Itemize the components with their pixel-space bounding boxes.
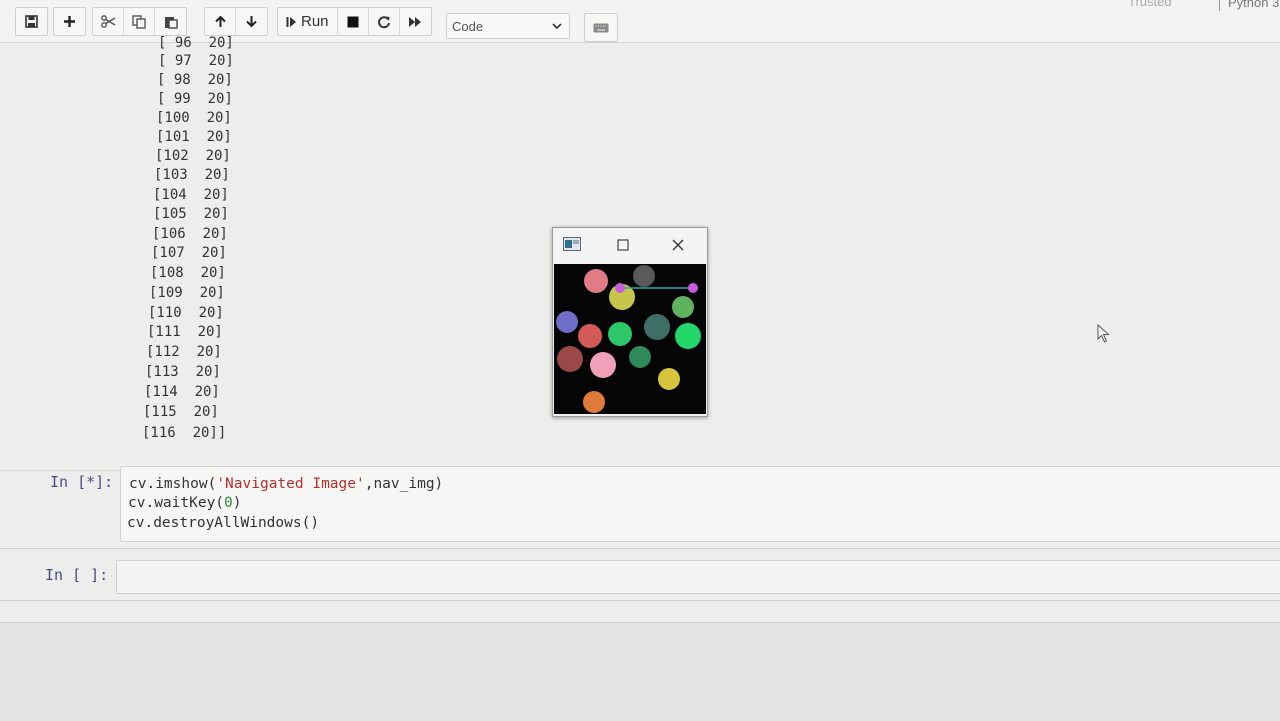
running-cell-prompt: In [*]:	[50, 473, 114, 491]
output-line: [107 20]	[151, 245, 227, 261]
code-token: cv.imshow(	[129, 476, 217, 492]
code-line-3: cv.destroyAllWindows()	[127, 515, 320, 531]
close-icon[interactable]	[671, 238, 685, 252]
circle-object	[633, 265, 655, 287]
output-line: [ 97 20]	[158, 53, 234, 69]
output-line: [115 20]	[143, 404, 219, 420]
code-token: )	[232, 495, 242, 511]
navigated-image	[554, 264, 706, 414]
output-line: [110 20]	[148, 305, 224, 321]
empty-code-cell[interactable]	[116, 560, 1280, 594]
output-line: [111 20]	[147, 324, 223, 340]
output-line: [100 20]	[156, 110, 232, 126]
output-line: [113 20]	[145, 364, 221, 380]
code-line-1: cv.imshow('Navigated Image',nav_img)	[129, 476, 443, 492]
circle-object	[675, 323, 701, 349]
circle-object	[672, 296, 694, 318]
notebook-footer-area	[0, 622, 1280, 721]
empty-cell-prompt: In [ ]:	[45, 566, 109, 584]
circle-object	[629, 346, 651, 368]
output-line: [106 20]	[152, 226, 228, 242]
command-palette-button[interactable]	[584, 13, 618, 42]
output-line: [104 20]	[153, 187, 229, 203]
code-line-2: cv.waitKey(0)	[128, 495, 242, 511]
code-cell-input[interactable]: cv.imshow('Navigated Image',nav_img) cv.…	[120, 466, 1280, 542]
output-line: [ 99 20]	[157, 91, 233, 107]
circle-object	[557, 346, 583, 372]
output-line: [116 20]]	[142, 425, 227, 441]
circle-object	[584, 269, 608, 293]
output-line: [108 20]	[150, 265, 226, 281]
code-number: 0	[224, 495, 233, 511]
circle-object	[644, 314, 670, 340]
kernel-name[interactable]: Python 3	[1219, 0, 1280, 11]
window-title-bar[interactable]	[553, 228, 707, 263]
start-marker	[615, 283, 625, 293]
circle-object	[578, 324, 602, 348]
output-line: [101 20]	[156, 129, 232, 145]
maximize-icon[interactable]	[617, 239, 629, 251]
output-line: [112 20]	[146, 344, 222, 360]
output-line: [114 20]	[144, 384, 220, 400]
circle-object	[583, 391, 605, 413]
code-token: cv.waitKey(	[128, 495, 225, 511]
end-marker	[688, 283, 698, 293]
circle-object	[590, 352, 616, 378]
chevron-down-icon	[552, 23, 562, 30]
cell-separator	[0, 600, 1280, 601]
keyboard-icon	[593, 23, 609, 32]
output-line: [103 20]	[154, 167, 230, 183]
output-line: [109 20]	[149, 285, 225, 301]
output-line: [102 20]	[155, 148, 231, 164]
opencv-window-icon	[563, 237, 581, 251]
circle-object	[556, 311, 578, 333]
code-string: 'Navigated Image'	[216, 476, 365, 492]
circle-object	[658, 368, 680, 390]
cell-separator	[0, 548, 1280, 549]
image-window[interactable]	[552, 227, 708, 417]
trusted-indicator[interactable]: Trusted	[1128, 0, 1172, 9]
output-line: [ 96 20]	[158, 35, 234, 51]
circle-object	[608, 322, 632, 346]
output-line: [105 20]	[153, 206, 229, 222]
output-line: [ 98 20]	[157, 72, 233, 88]
mouse-cursor-icon	[1097, 324, 1110, 343]
code-token: ,nav_img)	[364, 476, 444, 492]
cell-output: [ 96 20] [ 97 20] [ 98 20] [ 99 20] [100…	[0, 0, 500, 460]
